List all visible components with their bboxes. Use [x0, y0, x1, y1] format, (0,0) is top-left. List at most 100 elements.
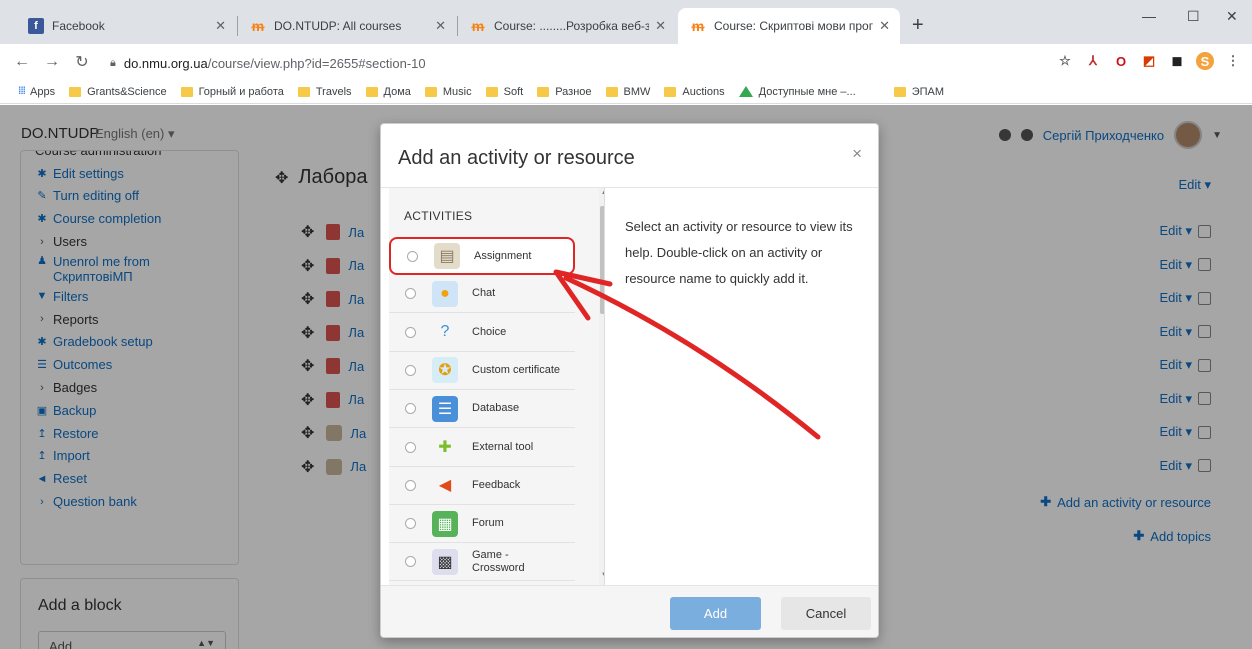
cancel-button[interactable]: Cancel — [781, 597, 871, 630]
url-path: /course/view.php?id=2655#section-10 — [207, 55, 426, 71]
window-close-icon[interactable]: ✕ — [1226, 8, 1238, 25]
bookmark-label: Travels — [315, 85, 352, 98]
crossword-icon: ▩ — [432, 548, 458, 575]
bookmark-folder[interactable]: Горный и работа — [180, 85, 284, 98]
option-radio[interactable] — [405, 403, 416, 415]
bookmark-folder[interactable]: Дома — [365, 85, 411, 98]
choice-icon: ? — [440, 323, 450, 341]
scroll-up-icon[interactable]: ▲ — [600, 190, 604, 200]
folder-icon — [365, 86, 378, 97]
tab-course-web[interactable]: ᵯ Course: ........Розробка веб-засто ✕ — [458, 8, 676, 44]
google-drive-icon — [738, 86, 753, 97]
help-text: Select an activity or resource to view i… — [625, 219, 853, 286]
activity-option[interactable]: ✪ Custom certificate — [389, 352, 575, 390]
tab-title: Course: ........Розробка веб-засто — [494, 19, 650, 33]
bookmark-drive[interactable]: Доступные мне –... — [738, 85, 856, 98]
activity-option[interactable]: ✚ External tool — [389, 429, 575, 467]
office-extension-icon[interactable]: ◩ — [1140, 52, 1158, 70]
profile-avatar-icon[interactable]: S — [1196, 52, 1214, 70]
moodle-icon: ᵯ — [251, 18, 265, 34]
bookmark-label: Soft — [503, 85, 524, 98]
bookmark-folder[interactable]: Travels — [297, 85, 352, 98]
browser-toolbar: ← → ↻ 🔒︎ do.nmu.org.ua/course/view.php?i… — [0, 44, 1252, 80]
lock-icon: 🔒︎ — [110, 56, 116, 69]
option-radio[interactable] — [405, 288, 416, 300]
bookmarks-bar: ⁞⁞⁞ Apps Grants&Science Горный и работа T… — [0, 80, 1252, 104]
puzzle-icon: ✚ — [438, 439, 452, 456]
tab-course-scripts[interactable]: ᵯ Course: Скриптові мови програ ✕ — [678, 8, 900, 44]
bookmark-label: Grants&Science — [87, 85, 167, 98]
option-label: Choice — [472, 325, 507, 338]
bookmark-apps[interactable]: ⁞⁞⁞ Apps — [18, 86, 55, 98]
pdf-extension-icon[interactable]: ⅄ — [1084, 52, 1102, 70]
option-label: Forum — [472, 517, 504, 530]
modal-header: Add an activity or resource × — [381, 124, 878, 188]
activity-option[interactable]: ? Choice — [389, 314, 575, 352]
activity-option[interactable]: ▩ Game - Crossword — [389, 543, 575, 582]
folder-icon — [180, 86, 193, 97]
back-icon[interactable]: ← — [10, 53, 34, 71]
option-label: Game - Crossword — [472, 548, 525, 574]
folder-icon — [69, 86, 82, 97]
option-radio[interactable] — [405, 441, 416, 453]
extension-icons: ☆ ⅄ O ◩ ◼ S ⋮ — [1056, 52, 1242, 70]
moodle-icon: ᵯ — [471, 18, 485, 34]
tab-all-courses[interactable]: ᵯ DO.NTUDP: All courses ✕ — [238, 8, 456, 44]
tab-title: DO.NTUDP: All courses — [274, 19, 402, 33]
bookmark-folder[interactable]: Grants&Science — [69, 85, 167, 98]
forum-icon: ▦ — [432, 510, 458, 537]
bookmark-label: Горный и работа — [198, 85, 284, 98]
option-radio[interactable] — [405, 326, 416, 338]
bookmark-folder[interactable]: Soft — [485, 85, 524, 98]
close-tab-icon[interactable]: ✕ — [435, 18, 446, 34]
chooser-body: ACTIVITIES ▤ Assignment ● Chat? Choice ✪ Custo… — [381, 188, 878, 585]
folder-icon — [485, 86, 498, 97]
minimize-icon[interactable]: — — [1142, 8, 1156, 24]
option-radio[interactable] — [405, 518, 416, 530]
reload-icon[interactable]: ↻ — [70, 52, 94, 72]
option-label: Chat — [472, 287, 496, 300]
forward-icon[interactable]: → — [40, 53, 64, 71]
add-button[interactable]: Add — [670, 597, 761, 630]
scroll-down-icon[interactable]: ▼ — [600, 572, 604, 582]
option-radio[interactable] — [405, 364, 416, 376]
maximize-icon[interactable]: ☐ — [1187, 8, 1200, 25]
activities-heading: ACTIVITIES — [404, 209, 473, 223]
bookmark-folder[interactable]: ЭПАМ — [893, 86, 944, 98]
star-icon[interactable]: ☆ — [1056, 52, 1074, 70]
dark-extension-icon[interactable]: ◼ — [1168, 52, 1186, 70]
close-tab-icon[interactable]: ✕ — [879, 18, 890, 34]
folder-icon — [537, 86, 550, 97]
folder-icon — [297, 86, 310, 97]
activity-option[interactable]: ◀ Feedback — [389, 467, 575, 505]
folder-icon — [893, 86, 906, 97]
tab-facebook[interactable]: f Facebook ✕ — [16, 8, 236, 44]
options-scrollbar[interactable]: ▲ ▼ — [599, 188, 604, 585]
bookmark-folder[interactable]: Auctions — [664, 86, 725, 98]
scroll-thumb[interactable] — [600, 206, 604, 314]
bookmark-folder[interactable]: Music — [424, 85, 472, 98]
bookmark-label: Доступные мне –... — [758, 85, 856, 98]
menu-icon[interactable]: ⋮ — [1224, 52, 1242, 70]
option-radio[interactable] — [407, 250, 418, 262]
tab-title: Course: Скриптові мови програ — [714, 19, 874, 33]
bookmark-folder[interactable]: BMW — [605, 86, 650, 98]
address-bar[interactable]: 🔒︎ do.nmu.org.ua/course/view.php?id=2655… — [110, 50, 1010, 76]
activity-option[interactable]: ▤ Assignment — [389, 237, 575, 275]
option-label: Custom certificate — [472, 363, 561, 376]
close-icon[interactable]: × — [852, 144, 862, 164]
bookmark-label: Дома — [383, 85, 411, 98]
activity-option[interactable]: ▦ Forum — [389, 505, 575, 544]
new-tab-button[interactable]: + — [912, 14, 924, 37]
modal-footer: Add Cancel — [381, 585, 878, 637]
bookmark-label: Music — [442, 85, 472, 98]
option-radio[interactable] — [405, 479, 416, 491]
close-tab-icon[interactable]: ✕ — [215, 18, 226, 34]
bookmark-folder[interactable]: Разное — [537, 86, 592, 98]
activity-option[interactable]: ● Chat — [389, 275, 575, 314]
close-tab-icon[interactable]: ✕ — [655, 18, 666, 34]
opera-extension-icon[interactable]: O — [1112, 52, 1130, 70]
activity-option[interactable]: ☰ Database — [389, 390, 575, 429]
folder-icon — [424, 86, 437, 97]
option-radio[interactable] — [405, 556, 416, 568]
